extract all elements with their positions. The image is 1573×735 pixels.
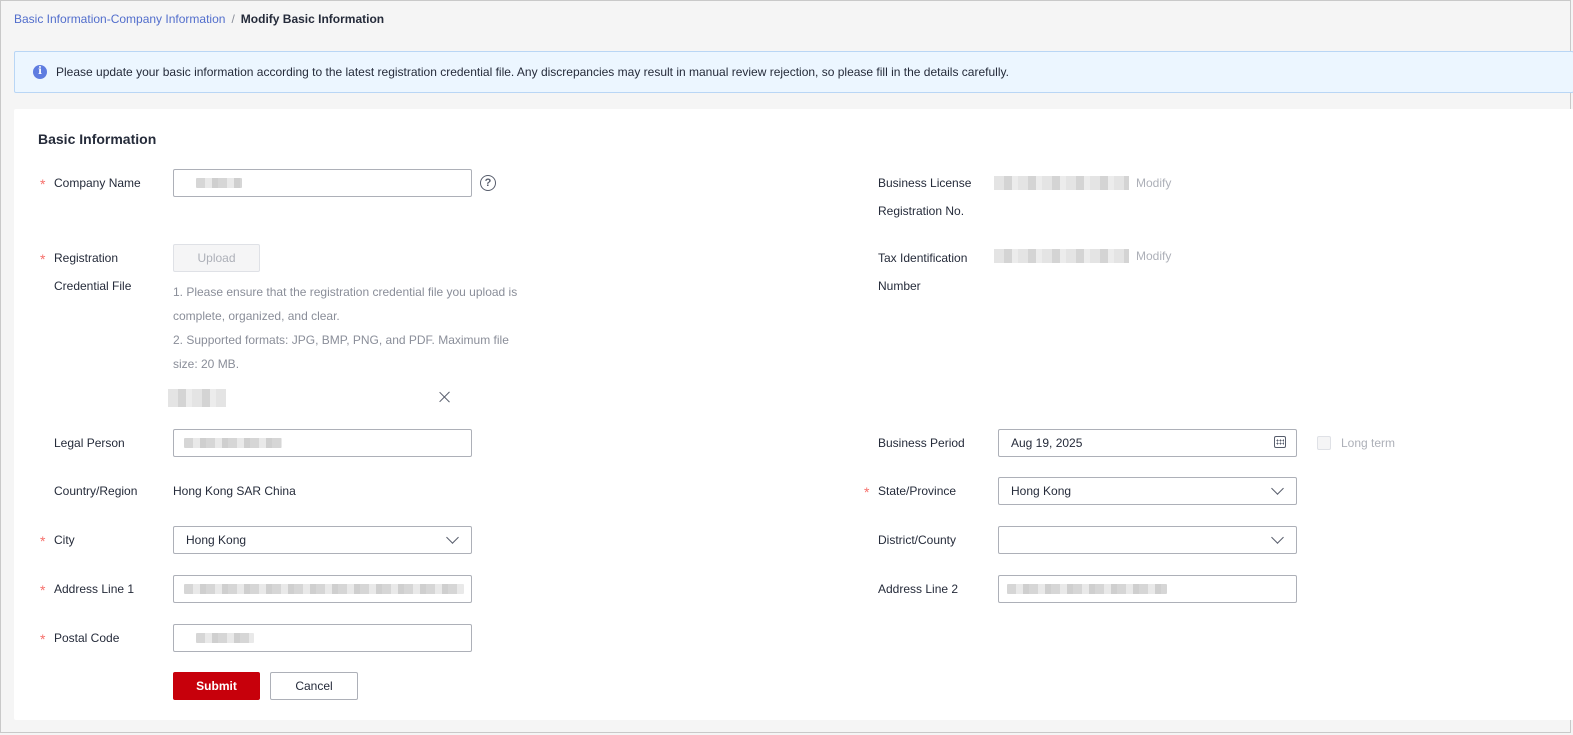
country-value: Hong Kong SAR China [173,484,296,498]
business-period-label: Business Period [878,436,965,450]
breadcrumb-separator: / [231,12,235,26]
help-icon[interactable]: ? [480,175,496,191]
company-name-label: * Company Name [40,169,141,197]
redacted-value [184,584,464,594]
basic-info-card: Basic Information * Company Name ? * Reg… [14,109,1573,720]
address1-input[interactable] [173,575,472,603]
business-period-date-input[interactable]: Aug 19, 2025 [998,429,1297,457]
postal-code-label-text: Postal Code [54,631,120,645]
chevron-down-icon [1271,531,1284,544]
redacted-value [196,633,254,643]
breadcrumb-current: Modify Basic Information [240,12,385,26]
district-select[interactable] [998,526,1297,554]
upload-hint-2a: 2. Supported formats: JPG, BMP, PNG, and… [173,333,509,347]
city-label-text: City [54,533,75,547]
address1-label-text: Address Line 1 [54,582,135,596]
country-label: Country/Region [54,484,138,498]
redacted-value [184,438,282,448]
alert-text: Please update your basic information acc… [56,65,1009,79]
business-license-value [994,176,1129,190]
chevron-down-icon [1271,482,1284,495]
close-icon[interactable] [439,391,451,403]
address1-label: * Address Line 1 [40,575,135,603]
legal-person-label: Legal Person [54,436,125,450]
upload-hint-2b: size: 20 MB. [173,357,240,371]
required-mark: * [40,176,46,192]
city-selected-value: Hong Kong [186,533,247,547]
upload-hint-1a: 1. Please ensure that the registration c… [173,285,518,299]
calendar-icon[interactable] [1274,436,1286,448]
business-license-label-line2: Registration No. [878,204,965,218]
city-select[interactable]: Hong Kong [173,526,472,554]
registration-label-line2: Credential File [54,279,132,293]
city-label: * City [40,526,75,554]
upload-button[interactable]: Upload [173,244,260,272]
state-select[interactable]: Hong Kong [998,477,1297,505]
breadcrumb-parent-link[interactable]: Basic Information-Company Information [14,12,225,26]
district-label: District/County [878,533,957,547]
uploaded-file-item[interactable] [168,389,226,407]
submit-button[interactable]: Submit [173,672,260,700]
business-license-label-line1: Business License [878,176,972,190]
tax-id-label-line1: Tax Identification [878,251,968,265]
state-label-text: State/Province [878,484,957,498]
redacted-value [1007,584,1167,594]
legal-person-input[interactable] [173,429,472,457]
redacted-value [196,178,242,188]
upload-hint-1b: complete, organized, and clear. [173,309,340,323]
required-mark: * [40,251,46,267]
breadcrumb: Basic Information-Company Information / Mo… [14,12,384,26]
postal-code-input[interactable] [173,624,472,652]
business-period-value: Aug 19, 2025 [1011,436,1083,450]
address2-label: Address Line 2 [878,582,959,596]
required-mark: * [40,533,46,549]
postal-code-label: * Postal Code [40,624,120,652]
cancel-button[interactable]: Cancel [270,672,358,700]
tax-id-modify-link[interactable]: Modify [1136,242,1171,270]
company-name-label-text: Company Name [54,176,141,190]
registration-label: * Registration [40,244,119,272]
tax-id-label-line2: Number [878,279,921,293]
tax-id-value [994,249,1129,263]
info-icon: i [33,65,47,79]
state-selected-value: Hong Kong [1011,484,1072,498]
business-license-modify-link[interactable]: Modify [1136,169,1171,197]
section-title: Basic Information [38,131,157,147]
required-mark: * [864,484,870,500]
registration-label-line1: Registration [54,251,119,265]
chevron-down-icon [446,531,459,544]
required-mark: * [40,631,46,647]
required-mark: * [40,582,46,598]
long-term-checkbox[interactable] [1317,436,1331,450]
info-alert: i Please update your basic information a… [14,51,1573,93]
company-name-input[interactable] [173,169,472,197]
state-label: * State/Province [864,477,957,505]
long-term-label: Long term [1341,436,1396,450]
address2-input[interactable] [998,575,1297,603]
